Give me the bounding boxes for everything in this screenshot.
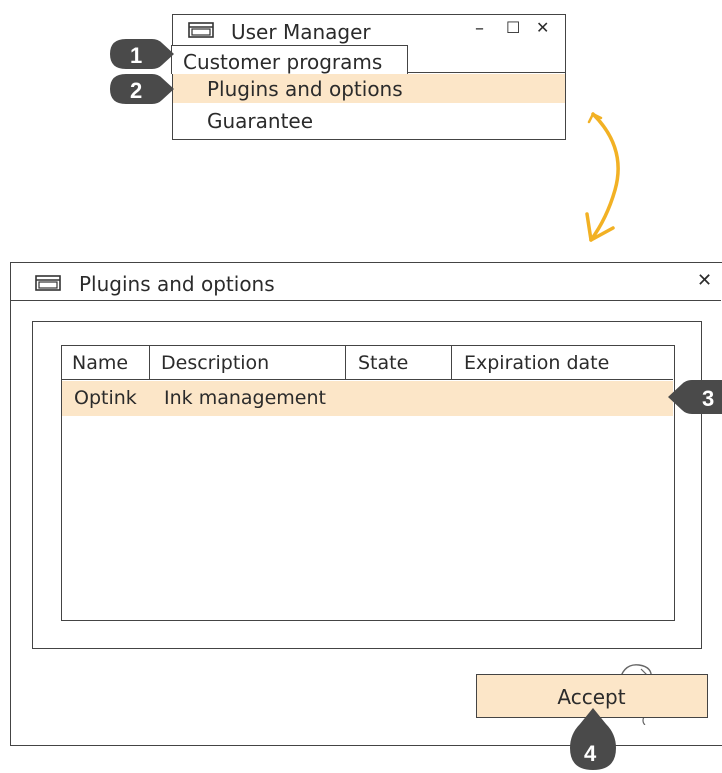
col-header-expiration[interactable]: Expiration date — [452, 346, 673, 380]
window-icon — [35, 275, 61, 295]
marker-label: 4 — [584, 741, 597, 766]
arrow-down-icon — [585, 112, 620, 242]
window-title: User Manager — [231, 20, 371, 44]
dialog-title-bar: Plugins and options ✕ — [11, 263, 721, 301]
accept-label: Accept — [557, 685, 626, 709]
menu-tab-baseline — [408, 72, 565, 73]
col-header-label: Name — [72, 352, 129, 374]
col-header-name[interactable]: Name — [62, 346, 150, 380]
step-marker-2: 2 — [110, 74, 174, 104]
title-bar: User Manager – ☐ ✕ — [173, 15, 564, 45]
maximize-icon[interactable]: ☐ — [506, 20, 520, 36]
col-header-description[interactable]: Description — [150, 346, 346, 380]
cell-name: Optink — [74, 387, 137, 409]
close-icon[interactable]: ✕ — [536, 20, 549, 36]
cell-description: Ink management — [164, 387, 326, 409]
menu-item-label: Plugins and options — [207, 77, 403, 101]
window-icon — [188, 22, 214, 42]
step-marker-4: 4 — [570, 708, 616, 770]
marker-label: 1 — [130, 43, 142, 68]
content-frame: Name Description State Expiration date O… — [32, 321, 702, 649]
minimize-icon[interactable]: – — [475, 20, 484, 38]
dialog-title: Plugins and options — [79, 272, 275, 296]
user-manager-window: User Manager – ☐ ✕ Customer programs Plu… — [171, 14, 566, 140]
step-marker-1: 1 — [110, 39, 174, 69]
col-header-state[interactable]: State — [346, 346, 452, 380]
close-icon[interactable]: ✕ — [697, 272, 712, 290]
marker-label: 2 — [130, 78, 142, 103]
menu-item-plugins-and-options[interactable]: Plugins and options — [173, 74, 565, 103]
plugins-table: Name Description State Expiration date O… — [61, 345, 675, 621]
col-header-label: State — [358, 352, 409, 374]
marker-label: 3 — [702, 386, 714, 411]
table-header: Name Description State Expiration date — [62, 346, 673, 380]
plugins-dialog: Plugins and options ✕ Name Description S… — [10, 262, 722, 746]
col-header-label: Expiration date — [464, 352, 610, 374]
col-header-label: Description — [161, 352, 270, 374]
menu-item-customer-programs[interactable]: Customer programs — [183, 52, 382, 72]
menu-item-guarantee[interactable]: Guarantee — [207, 111, 313, 131]
table-row[interactable]: Optink Ink management — [62, 381, 673, 416]
step-marker-3: 3 — [668, 380, 722, 414]
